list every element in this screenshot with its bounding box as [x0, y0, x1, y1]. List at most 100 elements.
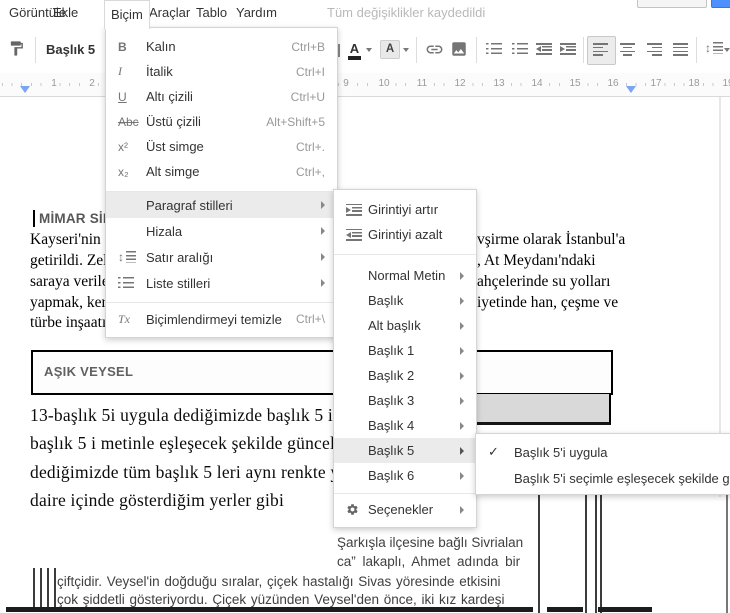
toolbar-divider: [696, 37, 697, 63]
submenu-arrow-icon: [460, 396, 464, 405]
paint-format-icon[interactable]: [8, 40, 25, 62]
italic-icon: I: [118, 64, 122, 78]
menu-item-girintiyi-azalt[interactable]: Girintiyi azalt: [334, 222, 476, 247]
submenu-arrow-icon: [321, 201, 325, 209]
gear-icon: [346, 503, 368, 516]
submenu-arrow-icon: [460, 505, 464, 514]
menu-item-baslik-5[interactable]: Başlık 5: [334, 438, 476, 463]
submenu-arrow-icon: [321, 227, 325, 235]
strikethrough-icon: Abc: [118, 114, 139, 129]
line-spacing-icon[interactable]: ↕: [705, 41, 723, 55]
bottom-line-right: Şarkışla ilçesine bağlı Sivrialan: [337, 535, 524, 550]
ruler-number: 12: [452, 77, 468, 91]
menu-item-girintiyi-artir[interactable]: Girintiyi artır: [334, 197, 476, 222]
ruler-number: 14: [529, 77, 545, 91]
menu-item-alt-simge[interactable]: x₂ Alt simge Ctrl+,: [106, 159, 337, 184]
updown-arrow-glyph: ↕: [705, 41, 711, 55]
ruler-number: 2: [87, 77, 97, 91]
menu-item-hizala[interactable]: Hizala: [106, 218, 337, 244]
menu-ekle[interactable]: Ekle: [47, 0, 84, 26]
menu-item-bicimlendirmeyi-temizle[interactable]: Tx Biçimlendirmeyi temizle Ctrl+\: [106, 306, 337, 332]
insert-image-icon[interactable]: [450, 40, 468, 63]
menu-item-baslik-2[interactable]: Başlık 2: [334, 363, 476, 388]
ruler-number: 1: [49, 77, 59, 91]
text-color-caret-icon[interactable]: [366, 48, 372, 55]
google-docs-window: MİMAR SİN Kayseri'nin getirildi. Zel sar…: [0, 0, 730, 613]
menu-item-baslik-6[interactable]: Başlık 6: [334, 463, 476, 488]
numbered-list-icon[interactable]: [486, 43, 502, 55]
menu-bicim[interactable]: Biçim: [104, 0, 150, 29]
menu-separator: [106, 302, 337, 303]
bottom-line-right: ca” lakaplı, Ahmet adında bir: [337, 554, 521, 569]
menu-item-secenekler[interactable]: Seçenekler: [334, 497, 476, 522]
toolbar-divider: [583, 37, 584, 63]
submenu-arrow-icon: [460, 346, 464, 355]
align-center-icon[interactable]: [620, 43, 635, 56]
decrease-indent-icon[interactable]: [536, 43, 552, 55]
updown-arrow-glyph: ↕: [118, 250, 124, 264]
bottom-line-full: çiftçidir. Veysel'in doğduğu sıralar, çi…: [57, 574, 501, 589]
menu-yardim[interactable]: Yardım: [230, 0, 283, 26]
highlight-color-icon[interactable]: A: [380, 40, 400, 59]
table-border-line: [726, 492, 728, 613]
bulleted-list-icon[interactable]: [512, 43, 528, 55]
menu-item-italik[interactable]: I İtalik Ctrl+I: [106, 59, 337, 84]
text-cursor: [33, 210, 35, 227]
right-indent-marker[interactable]: [626, 86, 636, 98]
menu-item-paragraf-stilleri[interactable]: Paragraf stilleri: [106, 192, 337, 218]
line-spacing-caret-icon[interactable]: [724, 48, 730, 55]
table-border-line: [595, 492, 597, 613]
submenu-arrow-icon: [460, 371, 464, 380]
highlight-caret-icon[interactable]: [403, 48, 409, 55]
increase-indent-icon[interactable]: [560, 43, 576, 55]
toolbar-divider: [476, 37, 477, 63]
menu-item-normal-metin[interactable]: Normal Metin: [334, 263, 476, 288]
align-right-icon[interactable]: [647, 43, 662, 56]
toolbar-divider: [416, 37, 417, 63]
table-bottom-border: [598, 607, 652, 612]
menu-item-liste-stilleri[interactable]: Liste stilleri: [106, 270, 337, 296]
para1-line-right: iyetinde han, çeşme ve: [477, 294, 619, 311]
menu-item-baslik-3[interactable]: Başlık 3: [334, 388, 476, 413]
menu-item-alti-cizili[interactable]: U Altı çizili Ctrl+U: [106, 84, 337, 109]
table-header-row: AŞIK VEYSEL: [31, 350, 613, 395]
share-button-partial[interactable]: [711, 0, 730, 8]
ruler-number: 9: [341, 77, 351, 91]
menu-item-baslik5-uygula[interactable]: ✓ Başlık 5'i uygula: [476, 439, 730, 465]
menu-item-satir-araligi[interactable]: ↕ Satır aralığı: [106, 244, 337, 270]
comments-button-partial[interactable]: [637, 0, 707, 8]
insert-link-icon[interactable]: [425, 40, 444, 64]
para1-line-left: getirildi. Zel: [30, 252, 106, 269]
menu-item-ust-simge[interactable]: x² Üst simge Ctrl+.: [106, 134, 337, 159]
para1-line-right: , At Meydanı'ndaki: [477, 252, 596, 269]
style-selector[interactable]: Başlık 5: [46, 42, 95, 57]
submenu-arrow-icon: [321, 279, 325, 287]
table-bottom-border: [547, 607, 583, 612]
para1-line-right: ahçelerinde su yolları: [477, 273, 611, 290]
menu-tablo[interactable]: Tablo: [190, 0, 233, 26]
align-justify-icon[interactable]: [673, 43, 688, 56]
menu-item-baslik-4[interactable]: Başlık 4: [334, 413, 476, 438]
decrease-indent-icon: [346, 228, 368, 241]
menu-item-baslik5-guncelle[interactable]: Başlık 5'i seçimle eşleşecek şekilde gün…: [476, 465, 730, 491]
table-bottom-border: [6, 607, 533, 612]
menu-item-ustu-cizili[interactable]: Abc Üstü çizili Alt+Shift+5: [106, 109, 337, 134]
save-status: Tüm değişiklikler kaydedildi: [327, 5, 486, 20]
align-left-icon[interactable]: [593, 43, 608, 56]
format-menu: B Kalın Ctrl+B I İtalik Ctrl+I U Altı çi…: [105, 27, 338, 338]
left-indent-marker[interactable]: [20, 86, 30, 98]
para1-line-left: türbe inşaatı: [30, 314, 106, 331]
table-header-label: AŞIK VEYSEL: [44, 364, 134, 379]
menu-item-baslik-1[interactable]: Başlık 1: [334, 338, 476, 363]
submenu-arrow-icon: [460, 446, 464, 455]
toolbar-divider: [35, 37, 36, 63]
menu-item-alt-baslik[interactable]: Alt başlık: [334, 313, 476, 338]
menu-item-baslik[interactable]: Başlık: [334, 288, 476, 313]
text-color-icon[interactable]: A: [348, 42, 361, 60]
clear-formatting-icon: Tx: [118, 311, 130, 326]
menu-araclar[interactable]: Araçlar: [143, 0, 196, 26]
menu-item-kalin[interactable]: B Kalın Ctrl+B: [106, 34, 337, 59]
para1-line-left: Kayseri'nin: [30, 231, 101, 248]
menu-separator: [334, 254, 476, 255]
ruler-number: 10: [376, 77, 392, 91]
